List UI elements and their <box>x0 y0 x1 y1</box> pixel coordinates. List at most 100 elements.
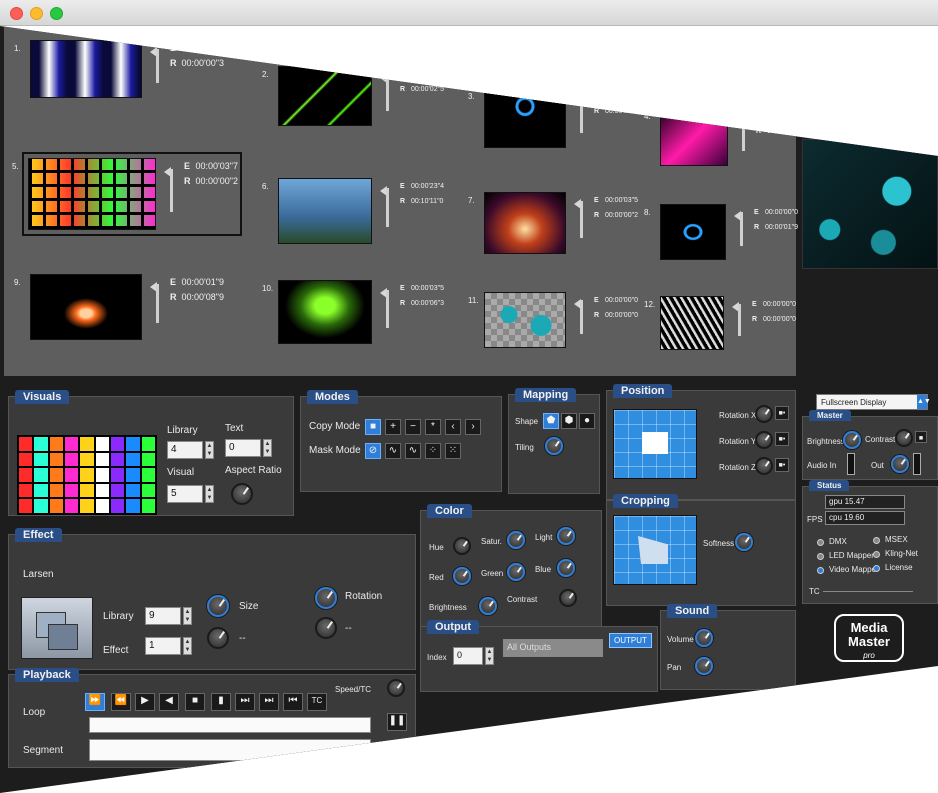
rotation-x-auto-button[interactable]: ■• <box>775 406 789 420</box>
rotation-y-knob[interactable] <box>755 431 773 449</box>
clip-slot[interactable]: 10. E 00:00'03"5 R 00:00'06"3 <box>262 280 452 344</box>
clip-level-bar[interactable] <box>742 116 745 152</box>
effect-stepper[interactable]: ▲ ▼ <box>183 637 192 655</box>
brightness-knob[interactable] <box>479 597 497 615</box>
clip-slot[interactable]: 7. E 00:00'03"5 R 00:00'00"2 <box>468 192 646 254</box>
clip-level-bar[interactable] <box>386 187 389 228</box>
clip-thumbnail[interactable] <box>278 178 372 244</box>
contrast-knob[interactable] <box>559 589 577 607</box>
saturation-knob[interactable] <box>507 531 525 549</box>
visual-thumbnail[interactable] <box>17 435 157 515</box>
clip-thumbnail[interactable] <box>28 158 156 230</box>
copy-mode-less-button[interactable]: ‹ <box>445 419 461 435</box>
clip-thumbnail[interactable] <box>660 296 724 350</box>
effect-thumbnail[interactable] <box>21 597 93 659</box>
clip-slot[interactable]: 12. E 00:00'00"0 R 00:00'00"0 <box>644 296 804 350</box>
output-button[interactable]: OUTPUT <box>609 633 652 648</box>
visual-stepper[interactable]: ▲ ▼ <box>205 485 214 503</box>
clip-thumbnail[interactable] <box>484 88 566 148</box>
clip-level-bar[interactable] <box>156 283 159 324</box>
stop-button[interactable]: ■ <box>185 693 205 711</box>
rotation-x-knob[interactable] <box>755 405 773 423</box>
play-reverse-button[interactable]: ◀ <box>159 693 179 711</box>
previous-button[interactable]: ⏮ <box>283 693 303 711</box>
clip-slot[interactable]: 4. E 00:00'11"6 R 00:00'00"0 <box>644 108 808 166</box>
outputs-select[interactable]: All Outputs <box>503 639 603 657</box>
speed-knob[interactable] <box>387 679 405 697</box>
effect-library-stepper[interactable]: ▲ ▼ <box>183 607 192 625</box>
clip-slot[interactable]: 2. E 00:00'00"7 R 00:00'02"5 <box>262 66 452 126</box>
tc-button[interactable]: TC <box>307 693 327 711</box>
visual-field[interactable]: 5 <box>167 485 203 503</box>
clip-slot[interactable]: 9. E 00:00'01"9 R 00:00'08"9 <box>14 274 224 340</box>
clip-thumbnail[interactable] <box>660 204 726 260</box>
clip-level-bar[interactable] <box>386 75 389 111</box>
shape-plane-button[interactable]: ⬟ <box>543 413 559 429</box>
clip-level-bar[interactable] <box>580 201 583 239</box>
output-index-field[interactable]: 0 <box>453 647 483 665</box>
pause-button[interactable]: ❚❚ <box>387 713 407 731</box>
cropping-grid[interactable] <box>613 515 697 585</box>
copy-mode-normal-button[interactable]: ■ <box>365 419 381 435</box>
zoom-button[interactable] <box>50 7 63 20</box>
mask-mode-wave-button[interactable]: ∿ <box>385 443 401 459</box>
loop-forward-button[interactable]: ⏩ <box>85 693 105 711</box>
clip-thumbnail[interactable] <box>30 40 142 98</box>
master-brightness-knob[interactable] <box>843 431 861 449</box>
clip-thumbnail[interactable] <box>30 274 142 340</box>
rotation-z-knob[interactable] <box>755 457 773 475</box>
master-lock-button[interactable]: ■ <box>915 431 927 443</box>
pan-knob[interactable] <box>695 657 713 675</box>
rewind-button[interactable]: ⏪ <box>111 693 131 711</box>
clip-slot[interactable]: 5. E 00:00'03"7 R 00:00'00"2 <box>12 152 242 236</box>
copy-mode-add-button[interactable]: + <box>385 419 401 435</box>
copy-mode-multiply-button[interactable]: * <box>425 419 441 435</box>
visual-library-stepper[interactable]: ▲ ▼ <box>205 441 214 459</box>
segment-slider[interactable] <box>89 739 371 761</box>
clip-slot[interactable]: 3. E 00:00'03"0 R 00:00'02"2 <box>468 88 646 148</box>
softness-knob[interactable] <box>735 533 753 551</box>
clip-level-bar[interactable] <box>156 48 159 84</box>
green-knob[interactable] <box>507 563 525 581</box>
mask-mode-grid-button[interactable]: ⁙ <box>445 443 461 459</box>
text-stepper[interactable]: ▲ ▼ <box>263 439 272 457</box>
red-knob[interactable] <box>453 567 471 585</box>
minimize-button[interactable] <box>30 7 43 20</box>
rotation-z-auto-button[interactable]: ■• <box>775 458 789 472</box>
position-rect[interactable] <box>642 432 668 454</box>
out-knob[interactable] <box>891 455 909 473</box>
pause-frame-button[interactable]: ▮ <box>211 693 231 711</box>
clip-level-bar[interactable] <box>170 168 173 212</box>
clip-level-bar[interactable] <box>740 212 743 246</box>
aspect-ratio-knob[interactable] <box>231 483 253 505</box>
clip-thumbnail[interactable] <box>660 108 728 166</box>
loop-slider[interactable] <box>89 717 371 733</box>
mask-mode-dots-button[interactable]: ⁘ <box>425 443 441 459</box>
blue-knob[interactable] <box>557 559 575 577</box>
clip-play-arrow-icon[interactable] <box>736 114 743 125</box>
master-contrast-knob[interactable] <box>895 429 913 447</box>
shape-cube-button[interactable]: ⬢ <box>561 413 577 429</box>
volume-knob[interactable] <box>695 629 713 647</box>
clip-thumbnail[interactable] <box>484 192 566 254</box>
rotation-knob[interactable] <box>315 587 337 609</box>
clip-level-bar[interactable] <box>580 300 583 334</box>
rotation-y-auto-button[interactable]: ■• <box>775 432 789 446</box>
clip-level-bar[interactable] <box>386 289 389 328</box>
crop-shape[interactable] <box>638 536 668 564</box>
close-button[interactable] <box>10 7 23 20</box>
clip-thumbnail[interactable] <box>278 280 372 344</box>
step-marker-button[interactable]: ⏭ <box>235 693 255 711</box>
clip-slot[interactable]: 11. E 00:00'00"0 R 00:00'00"0 <box>468 292 646 348</box>
text-field[interactable]: 0 <box>225 439 261 457</box>
copy-mode-greater-button[interactable]: › <box>465 419 481 435</box>
clip-play-arrow-icon[interactable] <box>574 95 581 106</box>
position-grid[interactable] <box>613 409 697 479</box>
shape-sphere-button[interactable]: ● <box>579 413 595 429</box>
hue-knob[interactable] <box>453 537 471 555</box>
light-knob[interactable] <box>557 527 575 545</box>
visual-library-field[interactable]: 4 <box>167 441 203 459</box>
clip-slot[interactable]: 1. E 00:00'11"6 R 00:00'00"3 <box>14 40 224 98</box>
clip-slot[interactable]: 6. E 00:00'23"4 R 00:10'11"0 <box>262 178 452 244</box>
play-button[interactable]: ▶ <box>135 693 155 711</box>
